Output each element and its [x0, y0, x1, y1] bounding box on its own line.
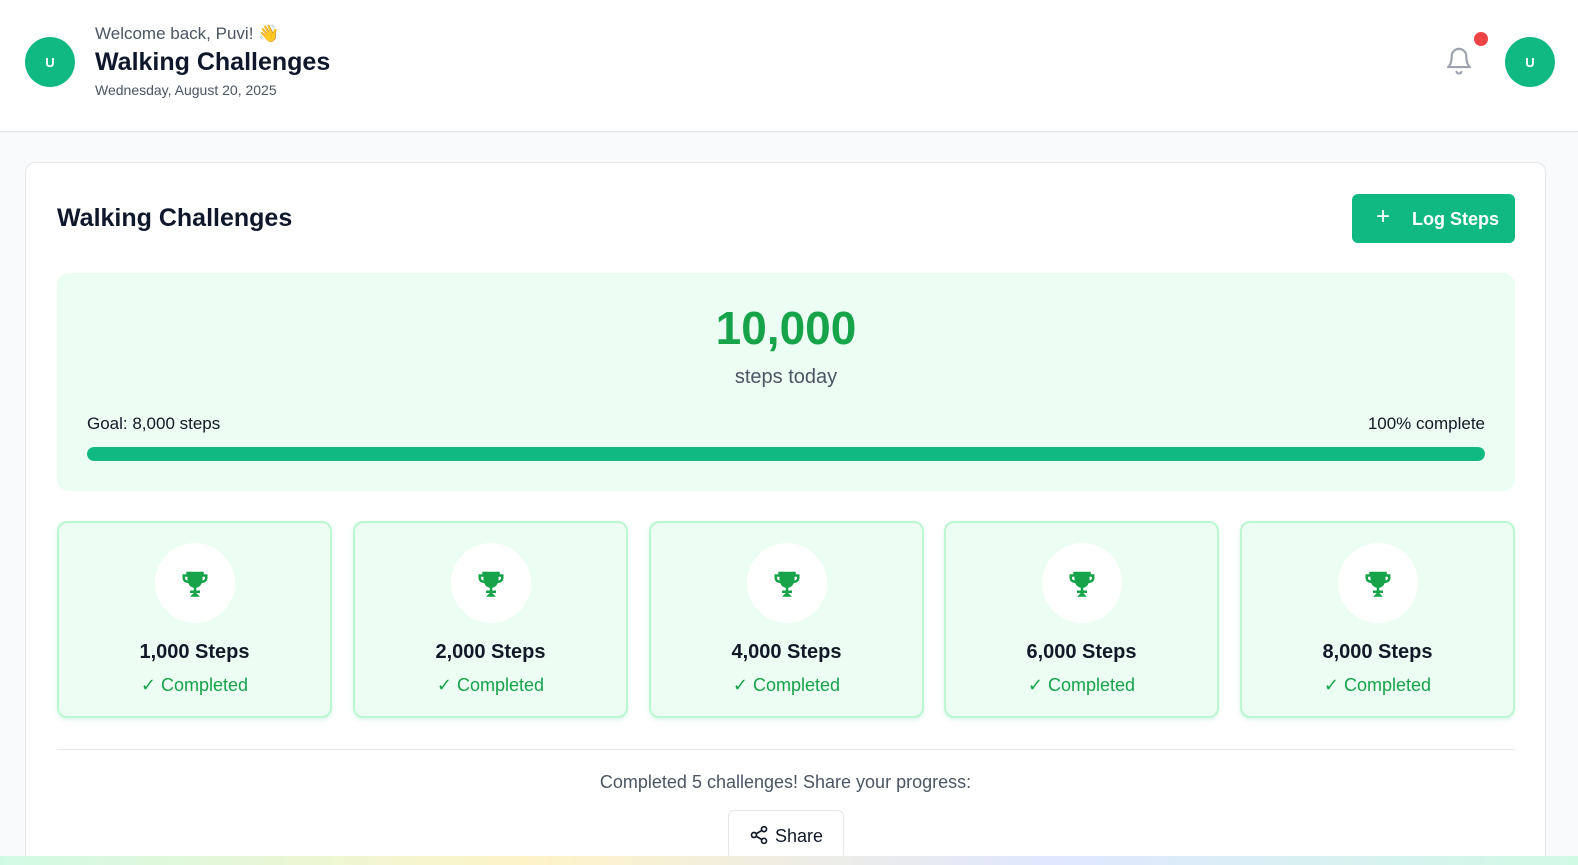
percent-complete: 100% complete	[1367, 414, 1485, 433]
trophy-icon	[1365, 571, 1391, 597]
challenge-status: ✓ Completed	[732, 675, 841, 695]
bell-icon[interactable]	[1444, 44, 1474, 78]
challenge-status: ✓ Completed	[1027, 675, 1136, 695]
challenge-card: 4,000 Steps ✓ Completed	[649, 521, 924, 718]
current-date: Wednesday, August 20, 2025	[95, 82, 277, 98]
trophy-icon	[182, 571, 208, 597]
log-steps-label: Log Steps	[1412, 209, 1500, 229]
trophy-badge	[451, 543, 531, 623]
trophy-badge	[747, 543, 827, 623]
challenge-card: 1,000 Steps ✓ Completed	[57, 521, 332, 718]
challenge-title: 1,000 Steps	[139, 641, 250, 663]
challenge-title: 8,000 Steps	[1322, 641, 1433, 663]
trophy-badge	[155, 543, 235, 623]
share-button[interactable]: Share	[728, 810, 844, 860]
log-steps-button[interactable]: + Log Steps	[1352, 194, 1515, 243]
challenges-card: Walking Challenges + Log Steps 10,000 st…	[25, 162, 1546, 865]
challenge-status: ✓ Completed	[140, 675, 249, 695]
challenge-card: 6,000 Steps ✓ Completed	[944, 521, 1219, 718]
challenge-title: 2,000 Steps	[435, 641, 546, 663]
trophy-icon	[478, 571, 504, 597]
divider	[57, 749, 1515, 750]
share-icon	[750, 825, 768, 845]
challenge-card: 2,000 Steps ✓ Completed	[353, 521, 628, 718]
trophy-badge	[1338, 543, 1418, 623]
steps-label: steps today	[734, 366, 838, 388]
app-header: U Welcome back, Puvi! 👋 Walking Challeng…	[0, 0, 1578, 132]
daily-progress-panel: 10,000 steps today Goal: 8,000 steps 100…	[57, 273, 1515, 491]
challenge-title: 6,000 Steps	[1026, 641, 1137, 663]
welcome-message: Welcome back, Puvi! 👋	[95, 24, 280, 43]
section-title: Walking Challenges	[57, 204, 293, 232]
plus-icon: +	[1376, 203, 1391, 230]
share-prompt: Completed 5 challenges! Share your progr…	[599, 772, 972, 792]
progress-bar	[87, 447, 1485, 461]
goal-label: Goal: 8,000 steps	[87, 414, 221, 433]
challenge-status: ✓ Completed	[1323, 675, 1432, 695]
trophy-icon	[1069, 571, 1095, 597]
page-title: Walking Challenges	[95, 48, 331, 76]
challenge-status: ✓ Completed	[436, 675, 545, 695]
steps-count: 10,000	[715, 302, 857, 354]
challenge-card: 8,000 Steps ✓ Completed	[1240, 521, 1515, 718]
bottom-decoration	[0, 856, 1578, 865]
profile-avatar[interactable]: U	[1505, 37, 1555, 87]
challenge-title: 4,000 Steps	[731, 641, 842, 663]
avatar[interactable]: U	[25, 37, 75, 87]
share-label: Share	[775, 826, 824, 846]
challenge-list: 1,000 Steps ✓ Completed 2,000 Steps ✓ Co…	[57, 521, 1515, 719]
notification-badge	[1474, 32, 1488, 46]
trophy-icon	[774, 571, 800, 597]
progress-bar-fill	[87, 447, 1485, 461]
trophy-badge	[1042, 543, 1122, 623]
